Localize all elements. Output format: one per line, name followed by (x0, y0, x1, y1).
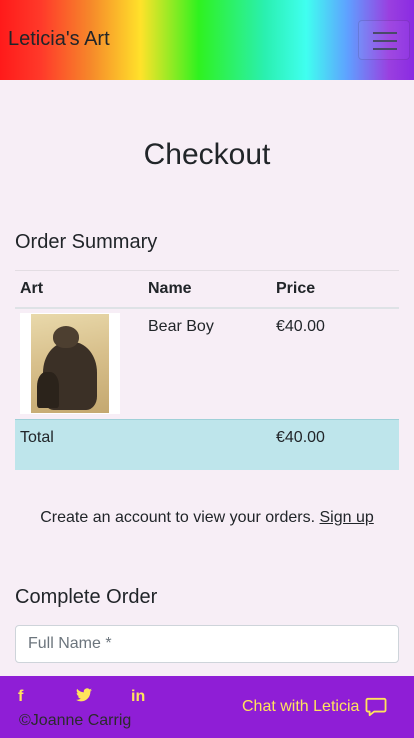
chat-button[interactable]: Chat with Leticia (242, 697, 387, 717)
artwork-thumbnail (20, 313, 120, 414)
artwork-image (31, 314, 109, 413)
facebook-icon[interactable]: f (18, 688, 23, 706)
chat-bubble-icon (365, 697, 387, 717)
column-header-name: Name (143, 270, 271, 309)
brand-logo-text[interactable]: Leticia's Art (8, 28, 110, 51)
menu-toggle-button[interactable] (358, 20, 410, 60)
chat-label: Chat with Leticia (242, 698, 360, 715)
copyright-text: ©Joanne Carrig (19, 712, 132, 729)
complete-order-heading: Complete Order (15, 586, 158, 608)
total-value: €40.00 (271, 419, 399, 470)
boy-figure (37, 372, 59, 408)
navbar: Leticia's Art (0, 0, 414, 80)
page-title: Checkout (143, 138, 271, 171)
hamburger-icon-line (373, 32, 397, 34)
order-summary-table: Art Name Price Bear Boy €40.00 Total €40… (15, 270, 399, 470)
footer: f in ©Joanne Carrig Chat with Leticia (0, 676, 414, 738)
twitter-icon-glyph (76, 688, 92, 702)
order-summary-heading: Order Summary (15, 231, 158, 253)
column-header-price: Price (271, 270, 399, 309)
bear-head (53, 326, 79, 348)
full-name-field (15, 625, 399, 663)
hamburger-icon-line (373, 48, 397, 50)
account-prompt-text: Create an account to view your orders. (40, 509, 316, 526)
item-name: Bear Boy (143, 307, 271, 420)
signup-link[interactable]: Sign up (320, 509, 374, 526)
linkedin-icon[interactable]: in (131, 688, 145, 706)
item-price: €40.00 (271, 307, 399, 420)
table-header-row: Art Name Price (15, 270, 399, 309)
art-cell (15, 307, 143, 420)
account-prompt: Create an account to view your orders. S… (0, 509, 414, 527)
total-label: Total (15, 419, 143, 470)
total-row: Total €40.00 (15, 419, 399, 470)
total-spacer (143, 419, 271, 470)
column-header-art: Art (15, 270, 143, 309)
full-name-input[interactable] (16, 626, 398, 662)
table-row: Bear Boy €40.00 (15, 307, 399, 420)
twitter-icon[interactable] (76, 688, 92, 707)
hamburger-icon-line (373, 40, 397, 42)
